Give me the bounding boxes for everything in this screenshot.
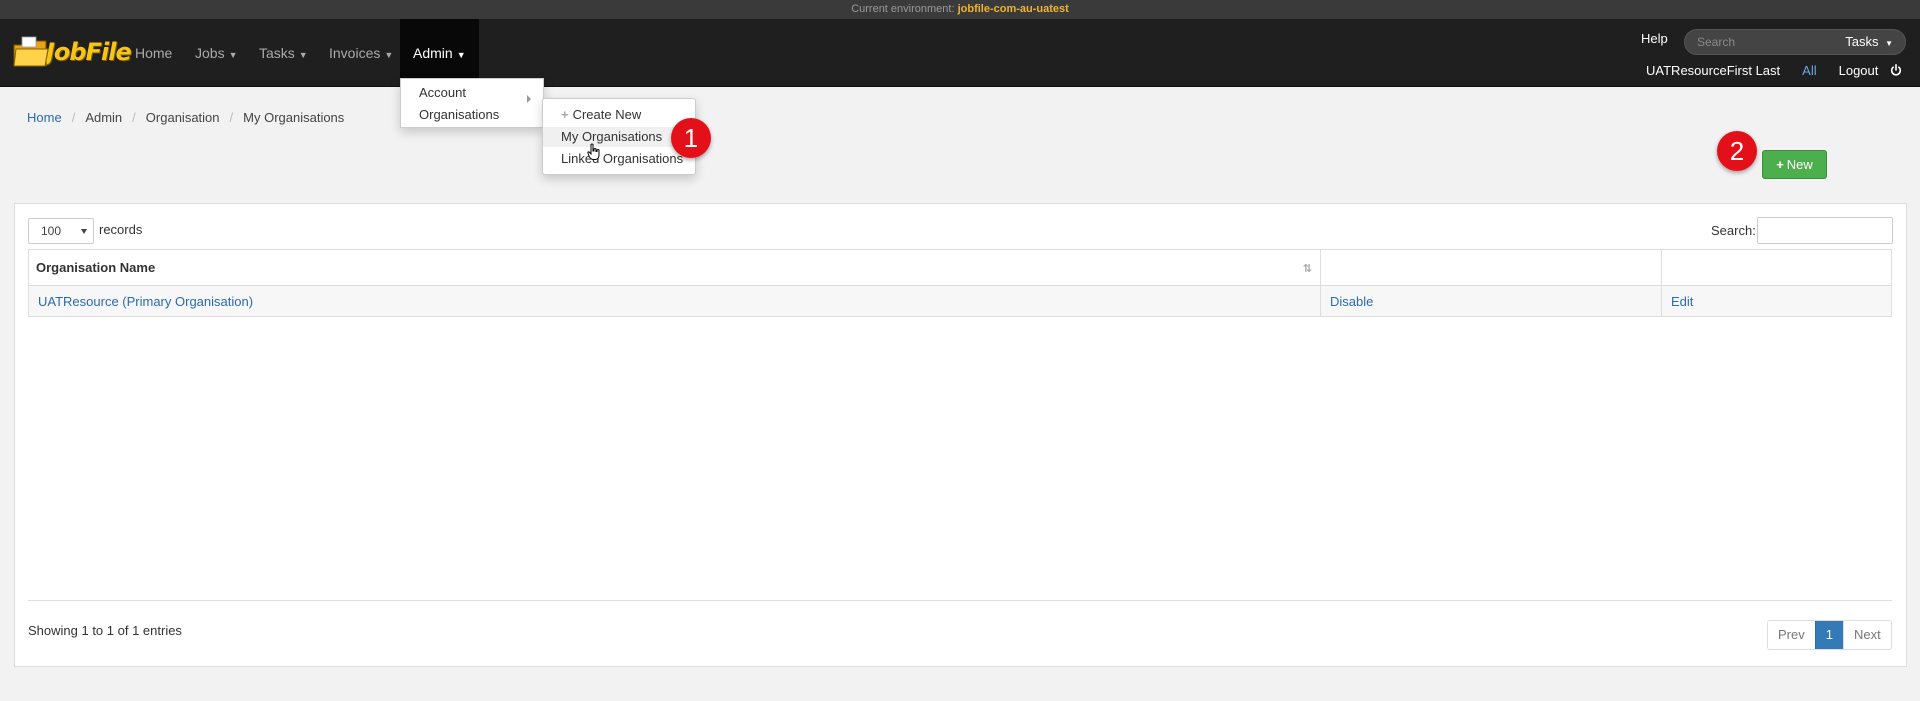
column-header-organisation-name[interactable]: Organisation Name ⇅ <box>28 249 1321 286</box>
breadcrumb: Home / Admin / Organisation / My Organis… <box>27 110 344 125</box>
disable-link[interactable]: Disable <box>1330 294 1373 309</box>
global-search: Tasks ▼ <box>1684 29 1906 55</box>
table-search-label: Search: <box>1711 223 1756 238</box>
records-label: records <box>99 222 143 237</box>
breadcrumb-home[interactable]: Home <box>27 110 62 125</box>
organisations-panel: 100 records Search: Organisation Name ⇅ … <box>14 203 1907 667</box>
breadcrumb-current: My Organisations <box>243 110 345 125</box>
jobfile-logo-icon <box>12 35 50 69</box>
menu-item-account-label: Account <box>419 85 466 100</box>
table-row: UATResource (Primary Organisation) Disab… <box>28 285 1892 317</box>
menu-item-organisations[interactable]: Organisations <box>419 107 499 122</box>
pagination-page-1[interactable]: 1 <box>1814 621 1844 649</box>
organisation-name-link[interactable]: UATResource (Primary Organisation) <box>38 294 253 309</box>
search-input[interactable] <box>1695 30 1825 54</box>
help-link[interactable]: Help <box>1641 31 1668 46</box>
breadcrumb-separator: / <box>71 110 76 125</box>
user-area: UATResourceFirst Last All Logout <box>1646 63 1902 78</box>
caret-down-icon: ▼ <box>384 50 394 60</box>
new-button-label: New <box>1786 157 1813 172</box>
nav-invoices-label: Invoices <box>329 45 381 61</box>
logout-link[interactable]: Logout <box>1839 63 1902 78</box>
nav-jobs[interactable]: Jobs ▼ <box>181 19 252 87</box>
breadcrumb-organisation: Organisation <box>145 110 220 125</box>
environment-value: jobfile-com-au-uatest <box>957 3 1069 15</box>
breadcrumb-separator: / <box>229 110 234 125</box>
caret-down-icon: ▼ <box>456 50 466 60</box>
breadcrumb-admin: Admin <box>85 110 123 125</box>
caret-down-icon: ▼ <box>1885 39 1893 48</box>
table-search-input[interactable] <box>1757 217 1893 244</box>
logout-label: Logout <box>1838 63 1879 78</box>
nav-admin-label: Admin <box>413 45 453 61</box>
table-header-row: Organisation Name ⇅ <box>28 249 1892 286</box>
nav-home[interactable]: Home <box>121 19 186 87</box>
table-cell-action-1: Disable <box>1320 285 1662 317</box>
sort-icon: ⇅ <box>1302 263 1312 275</box>
top-navbar: JobFile Home Jobs ▼ Tasks ▼ Invoices ▼ Admi… <box>0 19 1920 87</box>
nav-invoices[interactable]: Invoices ▼ <box>315 19 407 87</box>
menu-item-account[interactable]: Account <box>419 85 539 103</box>
plus-icon: + <box>1776 157 1784 172</box>
plus-icon: + <box>561 107 569 122</box>
all-link[interactable]: All <box>1802 63 1816 78</box>
nav-home-label: Home <box>135 45 173 61</box>
callout-badge-1: 1 <box>671 118 711 158</box>
submenu-create-new-label: Create New <box>572 107 642 122</box>
column-header-label: Organisation Name <box>36 260 156 275</box>
user-name-link[interactable]: UATResourceFirst Last <box>1646 63 1780 78</box>
nav-tasks[interactable]: Tasks ▼ <box>245 19 322 87</box>
environment-bar: Current environment: jobfile-com-au-uate… <box>0 0 1920 19</box>
callout-badge-2: 2 <box>1717 131 1757 171</box>
pagination: Prev 1 Next <box>1767 620 1892 650</box>
caret-down-icon <box>81 229 87 234</box>
edit-link[interactable]: Edit <box>1671 294 1693 309</box>
brand-name: JobFile <box>46 38 132 66</box>
jobfile-logo[interactable]: JobFile <box>12 29 132 75</box>
organisations-table: Organisation Name ⇅ UATResource (Primary… <box>28 249 1892 317</box>
submenu-arrow-icon <box>527 95 531 103</box>
submenu-create-new[interactable]: + Create New <box>543 105 695 125</box>
search-scope-dropdown[interactable]: Tasks ▼ <box>1845 30 1893 56</box>
records-per-page-value: 100 <box>41 224 62 238</box>
nav-jobs-label: Jobs <box>195 45 225 61</box>
environment-label: Current environment: <box>851 3 955 15</box>
nav-tasks-label: Tasks <box>259 45 295 61</box>
new-organisation-button[interactable]: + New <box>1762 150 1827 179</box>
submenu-linked-organisations[interactable]: Linked Organisations <box>543 149 695 169</box>
nav-admin[interactable]: Admin ▼ <box>400 19 479 87</box>
entries-info: Showing 1 to 1 of 1 entries <box>28 623 182 638</box>
records-per-page-select[interactable]: 100 <box>28 218 94 244</box>
power-icon <box>1890 64 1902 76</box>
breadcrumb-separator: / <box>132 110 136 125</box>
search-scope-label: Tasks <box>1845 34 1879 49</box>
pagination-next[interactable]: Next <box>1843 621 1891 649</box>
hand-cursor-icon <box>587 143 600 160</box>
caret-down-icon: ▼ <box>298 50 308 60</box>
table-cell-action-2: Edit <box>1661 285 1892 317</box>
column-header-action-2 <box>1661 249 1892 286</box>
column-header-action-1 <box>1320 249 1662 286</box>
pagination-prev[interactable]: Prev <box>1768 621 1815 649</box>
table-cell-name: UATResource (Primary Organisation) <box>28 285 1321 317</box>
table-footer-divider <box>28 600 1892 601</box>
caret-down-icon: ▼ <box>228 50 238 60</box>
admin-dropdown-menu: Account Organisations <box>400 78 544 128</box>
